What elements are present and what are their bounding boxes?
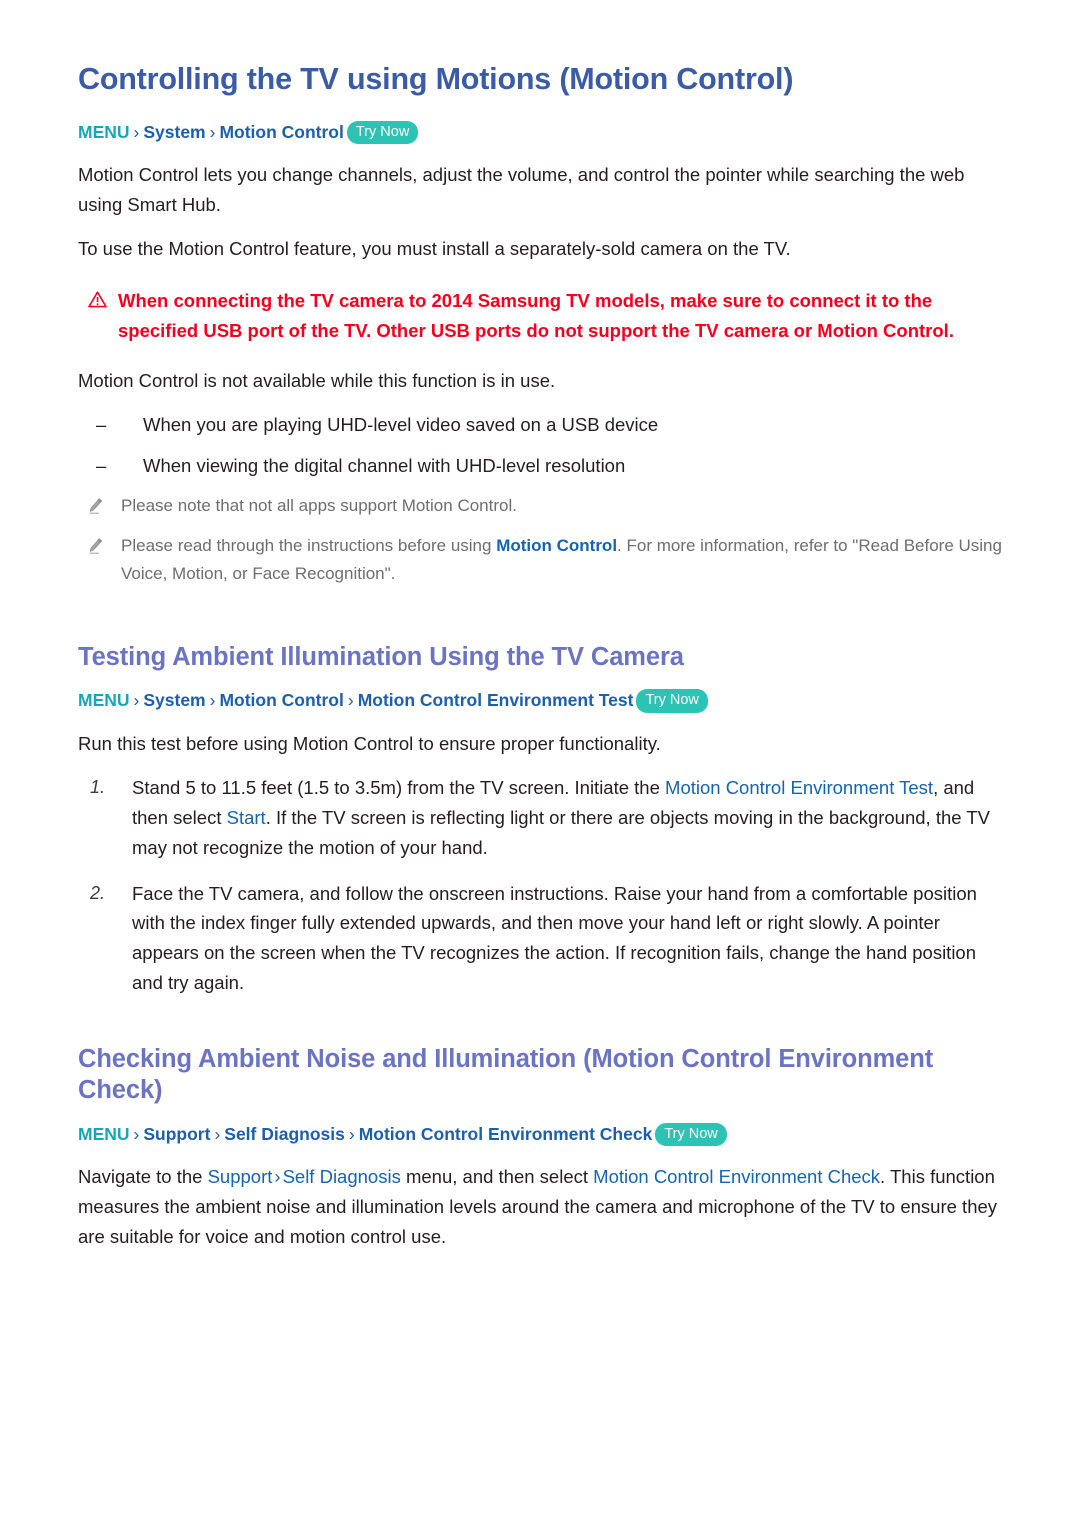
list-item-label: When you are playing UHD-level video sav… [143,414,659,436]
section-testing-ambient-illumination: Testing Ambient Illumination Using the T… [78,642,1010,999]
breadcrumb-item-support[interactable]: Support [143,1124,210,1144]
paragraph-camera-required: To use the Motion Control feature, you m… [78,238,791,260]
dash-list-unavailable-conditions: – When you are playing UHD-level video s… [78,410,1010,480]
paragraph-run-test-intro: Run this test before using Motion Contro… [78,732,661,754]
breadcrumb-separator-icon: › [133,1123,140,1144]
breadcrumb-separator-icon: › [133,690,140,711]
note-text-prefix: Please note that not all apps support Mo… [121,496,517,516]
inline-separator-icon: › [274,1166,281,1188]
note-apps-support: Please note that not all apps support Mo… [78,492,1010,520]
list-item: – When you are playing UHD-level video s… [96,410,1010,440]
try-now-button[interactable]: Try Now [655,1122,727,1147]
section-heading-testing-illumination: Testing Ambient Illumination Using the T… [78,642,684,671]
step-link-environment-test[interactable]: Motion Control Environment Test [665,777,933,798]
breadcrumb-section1: MENU › System › Motion Control Try Now [78,120,1010,145]
breadcrumb-item-system[interactable]: System [143,122,205,142]
dash-marker-icon: – [96,414,107,436]
breadcrumb-separator-icon: › [133,121,140,142]
numbered-steps-list: 1. Stand 5 to 11.5 feet (1.5 to 3.5m) fro… [78,773,1010,999]
inline-link-self-diagnosis[interactable]: Self Diagnosis [283,1166,401,1187]
note-text: Please note that not all apps support Mo… [121,492,517,520]
breadcrumb-section2: MENU › System › Motion Control › Motion Contro… [78,688,1010,713]
list-item: 1. Stand 5 to 11.5 feet (1.5 to 3.5m) fro… [90,773,1010,863]
note-text-prefix: Please read through the instructions bef… [121,536,497,556]
section-heading-checking-ambient-noise: Checking Ambient Noise and Illumination … [78,1045,934,1104]
breadcrumb-section3: MENU › Support › Self Diagnosis › Motion Contr… [78,1122,1010,1147]
try-now-button[interactable]: Try Now [346,120,419,145]
warning-triangle-icon [88,286,108,313]
breadcrumb-item-motion-control[interactable]: Motion Control [219,122,343,142]
step-text-part1: Face the TV camera, and follow the onscr… [132,882,977,994]
warning-text: When connecting the TV camera to 2014 Sa… [118,290,954,342]
list-item: 2. Face the TV camera, and follow the ons… [90,879,1010,999]
list-item-label: When viewing the digital channel with UH… [143,454,626,476]
breadcrumb-separator-icon: › [347,690,354,711]
note-read-instructions: Please read through the instructions bef… [78,532,1010,587]
breadcrumb-separator-icon: › [348,1123,355,1144]
paragraph-part2: menu, and then select [400,1166,594,1188]
breadcrumb-separator-icon: › [209,690,216,711]
warning-block: When connecting the TV camera to 2014 Sa… [78,286,1010,346]
note-link-motion-control[interactable]: Motion Control [496,536,617,555]
step-number: 2. [90,882,106,903]
breadcrumb-item-environment-check[interactable]: Motion Control Environment Check [359,1124,653,1144]
breadcrumb-separator-icon: › [209,121,216,142]
note-text: Please read through the instructions bef… [121,532,1010,587]
paragraph-not-available: Motion Control is not available while th… [78,370,556,392]
breadcrumb-menu-label[interactable]: MENU [78,122,130,142]
dash-marker-icon: – [96,454,107,476]
breadcrumb-item-system[interactable]: System [143,690,205,710]
pencil-icon [88,492,104,520]
document-page: Controlling the TV using Motions (Motion… [0,0,1080,1527]
paragraph-environment-check-description: Navigate to the Support › Self Diagnosis m… [78,1162,1010,1252]
step-number: 1. [90,776,106,797]
inline-link-support[interactable]: Support [208,1166,273,1187]
section-motion-control: Controlling the TV using Motions (Motion… [78,62,1010,588]
section-checking-ambient-noise: Checking Ambient Noise and Illumination … [78,1044,1010,1252]
paragraph-part1: Navigate to the [78,1166,208,1188]
step-text-part1: Stand 5 to 11.5 feet (1.5 to 3.5m) from … [132,776,666,798]
page-title: Controlling the TV using Motions (Motion… [78,62,794,96]
breadcrumb-menu-label[interactable]: MENU [78,690,130,710]
try-now-button[interactable]: Try Now [636,689,708,713]
pencil-icon [88,532,104,560]
list-item: – When viewing the digital channel with … [96,451,1010,481]
breadcrumb-separator-icon: › [214,1123,221,1144]
inline-link-environment-check[interactable]: Motion Control Environment Check [593,1166,880,1187]
paragraph-motion-control-intro: Motion Control lets you change channels,… [78,164,965,216]
step-link-start[interactable]: Start [227,807,266,828]
breadcrumb-item-motion-control[interactable]: Motion Control [219,690,343,710]
breadcrumb-item-environment-test[interactable]: Motion Control Environment Test [358,690,634,710]
breadcrumb-menu-label[interactable]: MENU [78,1124,130,1144]
breadcrumb-item-self-diagnosis[interactable]: Self Diagnosis [224,1124,345,1144]
